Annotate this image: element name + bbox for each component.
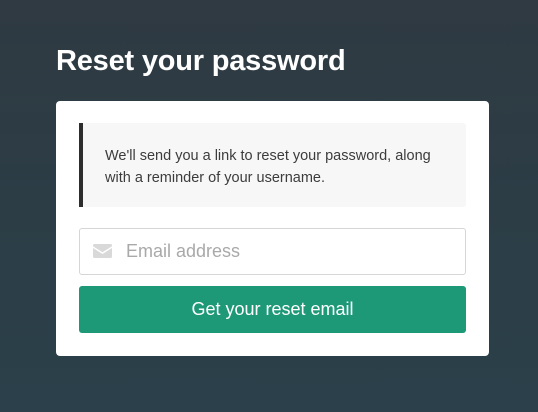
- get-reset-email-button[interactable]: Get your reset email: [79, 286, 466, 333]
- email-input[interactable]: [126, 229, 456, 274]
- notice-text: We'll send you a link to reset your pass…: [105, 148, 431, 186]
- email-field[interactable]: [79, 228, 466, 275]
- page-title: Reset your password: [56, 45, 346, 77]
- info-notice: We'll send you a link to reset your pass…: [79, 123, 466, 207]
- reset-card: We'll send you a link to reset your pass…: [56, 101, 489, 356]
- envelope-icon: [93, 244, 112, 258]
